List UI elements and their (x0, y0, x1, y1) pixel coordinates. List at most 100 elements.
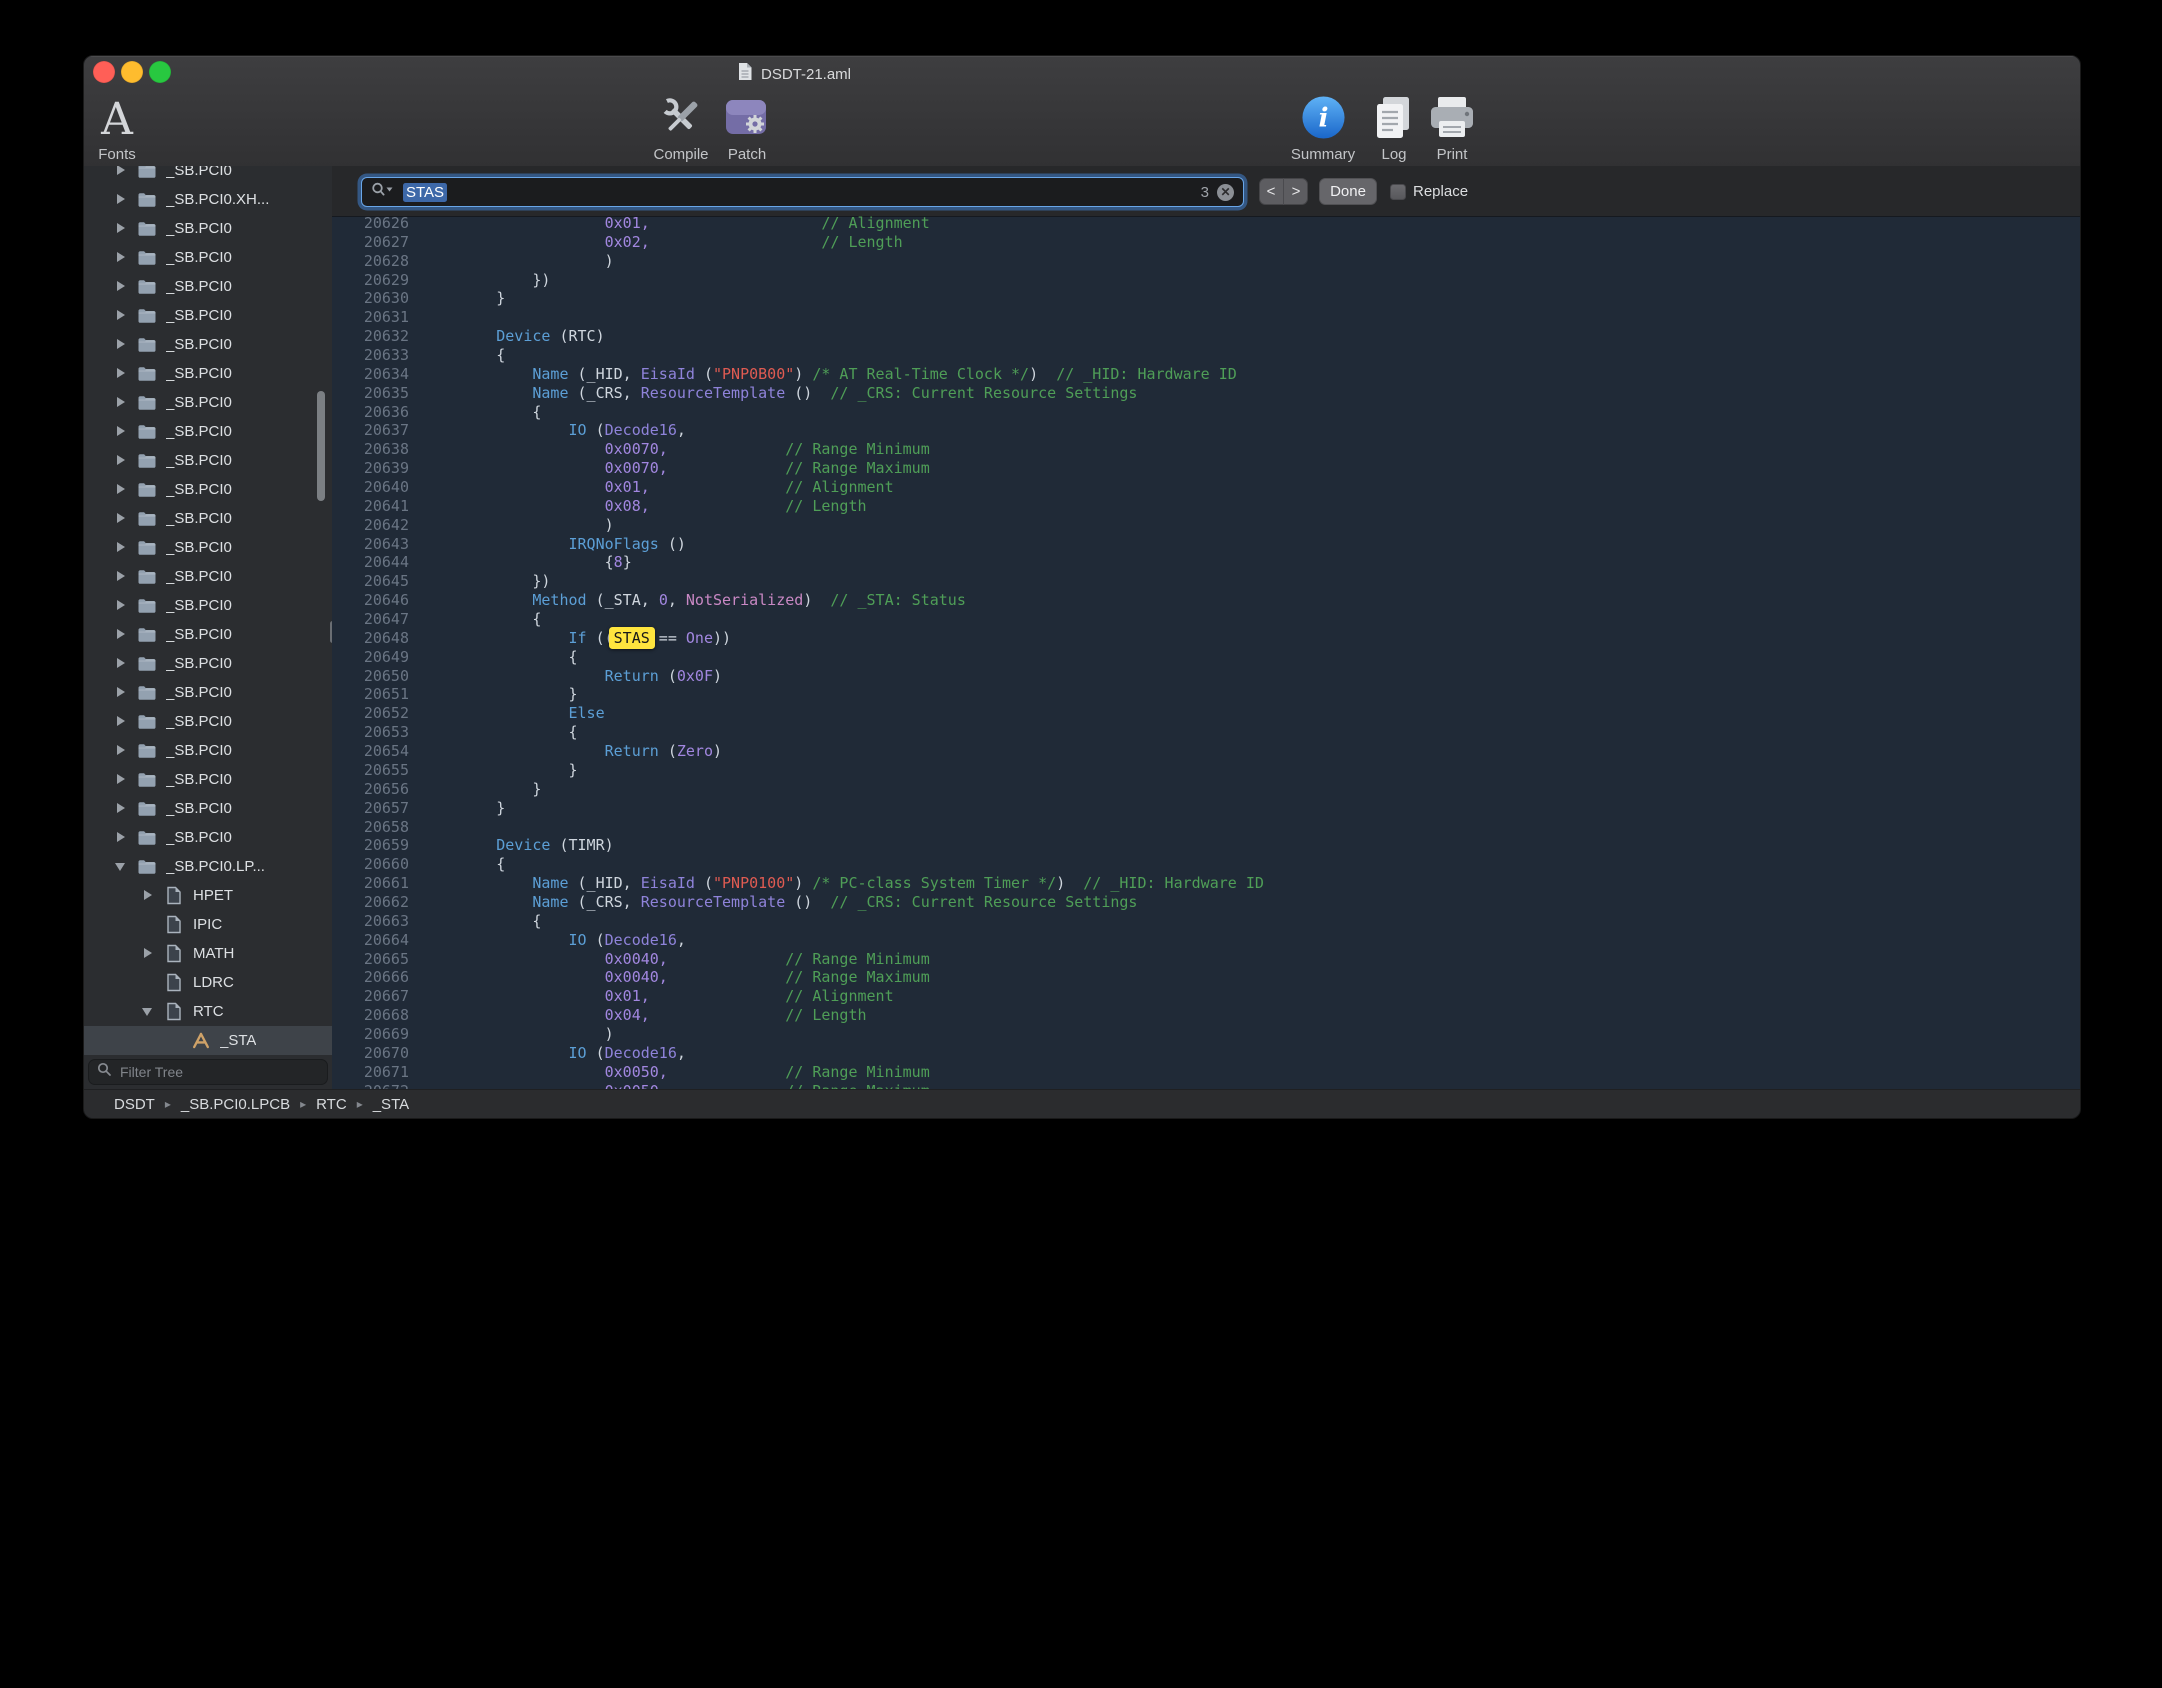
tree-item-_sb-pci0[interactable]: _SB.PCI0 (84, 166, 332, 185)
tree-item-_sb-pci0-lp[interactable]: _SB.PCI0.LP... (84, 852, 332, 881)
tree-item-_sb-pci0[interactable]: _SB.PCI0 (84, 620, 332, 649)
disclosure-closed-icon[interactable] (112, 713, 130, 731)
tree-item-_sb-pci0[interactable]: _SB.PCI0 (84, 301, 332, 330)
disclosure-closed-icon[interactable] (112, 568, 130, 586)
code-line[interactable]: 20667 0x01, // Alignment (339, 987, 2080, 1006)
breadcrumb-item[interactable]: DSDT (114, 1096, 155, 1113)
code-line[interactable]: 20646 Method (_STA, 0, NotSerialized) //… (339, 591, 2080, 610)
tree-item-_sb-pci0[interactable]: _SB.PCI0 (84, 417, 332, 446)
tree-item-_sb-pci0[interactable]: _SB.PCI0 (84, 359, 332, 388)
code-line[interactable]: 20655 } (339, 761, 2080, 780)
filter-tree-input[interactable] (118, 1063, 319, 1081)
code-line[interactable]: 20654 Return (Zero) (339, 742, 2080, 761)
tree-item-_sb-pci0[interactable]: _SB.PCI0 (84, 533, 332, 562)
tree-item-_sb-pci0[interactable]: _SB.PCI0 (84, 214, 332, 243)
disclosure-closed-icon[interactable] (112, 365, 130, 383)
disclosure-closed-icon[interactable] (112, 771, 130, 789)
close-button[interactable] (93, 61, 115, 83)
tree-item-_sb-pci0[interactable]: _SB.PCI0 (84, 823, 332, 852)
disclosure-closed-icon[interactable] (112, 655, 130, 673)
disclosure-open-icon[interactable] (112, 858, 130, 876)
code-editor[interactable]: 20626 0x01, // Alignment20627 0x02, // L… (332, 216, 2080, 1089)
code-line[interactable]: 20647 { (339, 610, 2080, 629)
tree-item-hpet[interactable]: HPET (84, 881, 332, 910)
code-line[interactable]: 20659 Device (TIMR) (339, 836, 2080, 855)
code-line[interactable]: 20671 0x0050, // Range Minimum (339, 1063, 2080, 1082)
code-line[interactable]: 20653 { (339, 723, 2080, 742)
find-previous-button[interactable]: < (1259, 178, 1284, 205)
zoom-button[interactable] (149, 61, 171, 83)
code-line[interactable]: 20658 (339, 818, 2080, 837)
breadcrumb-item[interactable]: _STA (373, 1096, 409, 1113)
breadcrumb-item[interactable]: RTC (316, 1096, 347, 1113)
disclosure-closed-icon[interactable] (112, 684, 130, 702)
tree-item-_sb-pci0[interactable]: _SB.PCI0 (84, 678, 332, 707)
code-line[interactable]: 20649 { (339, 648, 2080, 667)
code-line[interactable]: 20632 Device (RTC) (339, 327, 2080, 346)
code-line[interactable]: 20669 ) (339, 1025, 2080, 1044)
code-line[interactable]: 20648 If ((STAS == One)) (339, 629, 2080, 648)
code-line[interactable]: 20634 Name (_HID, EisaId ("PNP0B00") /* … (339, 365, 2080, 384)
patch-button[interactable]: Patch (702, 95, 792, 163)
code-line[interactable]: 20644 {8} (339, 553, 2080, 572)
replace-checkbox[interactable] (1390, 184, 1406, 200)
tree-item-_sb-pci0[interactable]: _SB.PCI0 (84, 736, 332, 765)
code-line[interactable]: 20652 Else (339, 704, 2080, 723)
tree-item-_sb-pci0[interactable]: _SB.PCI0 (84, 504, 332, 533)
disclosure-closed-icon[interactable] (112, 800, 130, 818)
tree-item-_sta[interactable]: _STA (84, 1026, 332, 1055)
tree-item-_sb-pci0[interactable]: _SB.PCI0 (84, 330, 332, 359)
code-line[interactable]: 20665 0x0040, // Range Minimum (339, 950, 2080, 969)
code-line[interactable]: 20651 } (339, 685, 2080, 704)
code-line[interactable]: 20645 }) (339, 572, 2080, 591)
code-line[interactable]: 20641 0x08, // Length (339, 497, 2080, 516)
disclosure-closed-icon[interactable] (112, 742, 130, 760)
code-line[interactable]: 20638 0x0070, // Range Minimum (339, 440, 2080, 459)
minimize-button[interactable] (121, 61, 143, 83)
code-line[interactable]: 20666 0x0040, // Range Maximum (339, 968, 2080, 987)
disclosure-closed-icon[interactable] (112, 452, 130, 470)
tree-item-_sb-pci0[interactable]: _SB.PCI0 (84, 446, 332, 475)
clear-search-icon[interactable]: ✕ (1217, 184, 1234, 201)
tree-item-_sb-pci0[interactable]: _SB.PCI0 (84, 649, 332, 678)
disclosure-closed-icon[interactable] (112, 166, 130, 180)
code-line[interactable]: 20650 Return (0x0F) (339, 667, 2080, 686)
tree-view[interactable]: _SB.PCI0_SB.PCI0.XH..._SB.PCI0_SB.PCI0_S… (84, 166, 332, 1059)
tree-item-math[interactable]: MATH (84, 939, 332, 968)
tree-item-_sb-pci0[interactable]: _SB.PCI0 (84, 272, 332, 301)
code-line[interactable]: 20628 ) (339, 252, 2080, 271)
fonts-button[interactable]: A Fonts (84, 95, 150, 163)
print-button[interactable]: Print (1407, 95, 1497, 163)
disclosure-closed-icon[interactable] (112, 278, 130, 296)
tree-item-_sb-pci0-xh[interactable]: _SB.PCI0.XH... (84, 185, 332, 214)
code-line[interactable]: 20643 IRQNoFlags () (339, 535, 2080, 554)
disclosure-closed-icon[interactable] (112, 220, 130, 238)
code-line[interactable]: 20663 { (339, 912, 2080, 931)
disclosure-closed-icon[interactable] (112, 336, 130, 354)
find-next-button[interactable]: > (1284, 178, 1308, 205)
code-line[interactable]: 20635 Name (_CRS, ResourceTemplate () //… (339, 384, 2080, 403)
code-line[interactable]: 20640 0x01, // Alignment (339, 478, 2080, 497)
disclosure-closed-icon[interactable] (112, 191, 130, 209)
code-line[interactable]: 20636 { (339, 403, 2080, 422)
tree-item-rtc[interactable]: RTC (84, 997, 332, 1026)
code-line[interactable]: 20661 Name (_HID, EisaId ("PNP0100") /* … (339, 874, 2080, 893)
disclosure-closed-icon[interactable] (112, 394, 130, 412)
disclosure-closed-icon[interactable] (112, 597, 130, 615)
tree-item-ipic[interactable]: IPIC (84, 910, 332, 939)
code-line[interactable]: 20639 0x0070, // Range Maximum (339, 459, 2080, 478)
tree-item-_sb-pci0[interactable]: _SB.PCI0 (84, 794, 332, 823)
tree-item-_sb-pci0[interactable]: _SB.PCI0 (84, 388, 332, 417)
code-line[interactable]: 20670 IO (Decode16, (339, 1044, 2080, 1063)
code-line[interactable]: 20656 } (339, 780, 2080, 799)
disclosure-closed-icon[interactable] (112, 829, 130, 847)
code-line[interactable]: 20627 0x02, // Length (339, 233, 2080, 252)
code-line[interactable]: 20629 }) (339, 271, 2080, 290)
disclosure-closed-icon[interactable] (112, 539, 130, 557)
disclosure-closed-icon[interactable] (139, 887, 157, 905)
disclosure-closed-icon[interactable] (112, 481, 130, 499)
sidebar-scrollbar[interactable] (317, 391, 325, 501)
code-line[interactable]: 20633 { (339, 346, 2080, 365)
code-line[interactable]: 20664 IO (Decode16, (339, 931, 2080, 950)
disclosure-closed-icon[interactable] (112, 423, 130, 441)
